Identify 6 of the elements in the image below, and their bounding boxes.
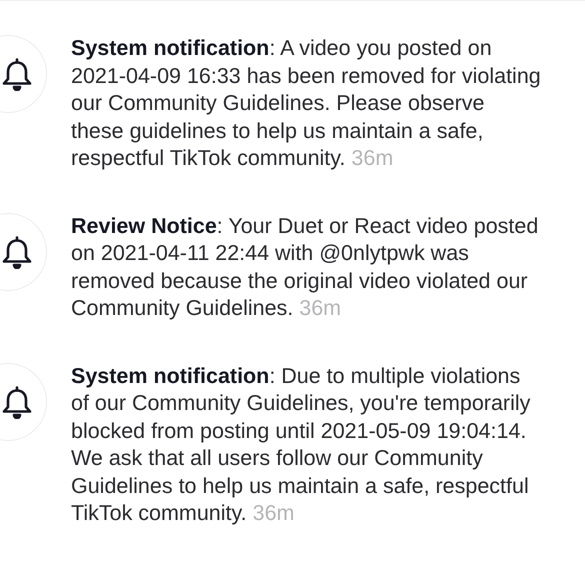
bell-icon [2, 234, 32, 268]
notification-text: System notification: Due to multiple violations of our Community Guidelines, you're temporarily blocked from posting until 2021-05-09 19:04:14. We ask that all users follow our Community Guidelines to help us maintain a safe, respectful TikTok community. 36m [71, 362, 532, 527]
bell-icon [2, 57, 32, 91]
bell-icon [2, 384, 32, 418]
notification-text: Review Notice: Your Duet or React video posted on 2021-04-11 22:44 with @0nlytpwk was removed because the original video violated our Community Guidelines. 36m [71, 212, 540, 322]
notification-text: System notification: A video you posted on 2021-04-09 16:33 has been removed for violating our Community Guidelines. Please observe these guidelines to help us maintain a safe, respectful TikTok community. 36m [71, 35, 542, 172]
